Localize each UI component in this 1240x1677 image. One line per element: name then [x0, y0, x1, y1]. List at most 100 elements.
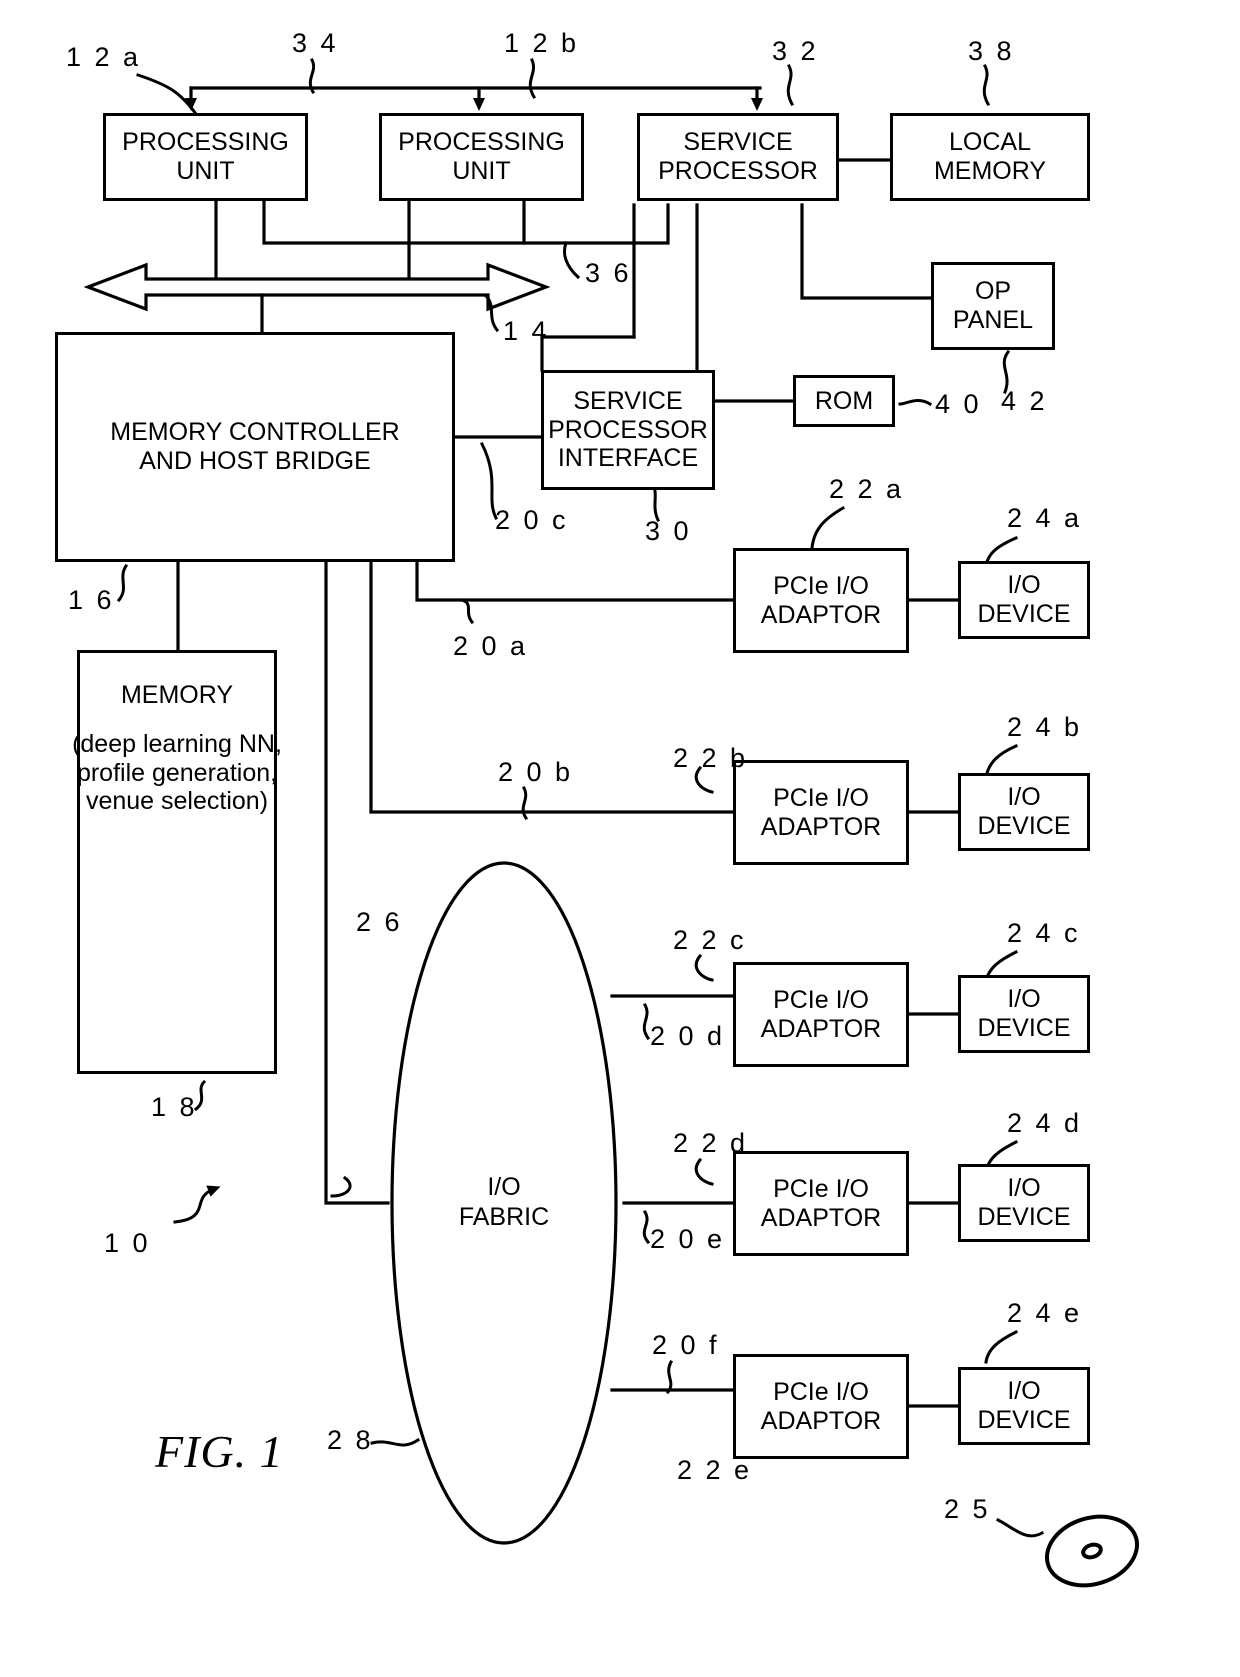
io-device-c-line-1: I/O [1007, 985, 1041, 1014]
memory-detail-2: profile generation, [76, 758, 278, 787]
memory-box: MEMORY (deep learning NN, profile genera… [72, 650, 282, 1074]
leader-20d [642, 1002, 651, 1041]
io-bus-26 [324, 560, 390, 1205]
ref-16: 1 6 [68, 585, 115, 615]
memory-title: MEMORY [120, 681, 234, 709]
leader-20c [479, 441, 499, 521]
leader-12a [136, 73, 199, 117]
service-processor-line-2: PROCESSOR [658, 157, 818, 185]
io-device-e-line-1: I/O [1007, 1377, 1041, 1406]
io-fabric-line-1: I/O [487, 1173, 521, 1201]
ref-20e: 2 0 e [650, 1224, 726, 1254]
io-device-b-box: I/O DEVICE [958, 773, 1090, 851]
io-device-a-box: I/O DEVICE [958, 561, 1090, 639]
memory-detail-1: (deep learning NN, [72, 729, 282, 758]
processing-unit-b-box: PROCESSING UNIT [379, 113, 584, 201]
pcie-adaptor-e-box: PCIe I/O ADAPTOR [733, 1354, 909, 1459]
pcie-adaptor-d-box: PCIe I/O ADAPTOR [733, 1151, 909, 1256]
memory-controller-line-2: AND HOST BRIDGE [139, 447, 371, 475]
ref-12a: 1 2 a [66, 42, 142, 72]
pcie-adaptor-d-line-1: PCIe I/O [773, 1174, 869, 1203]
io-device-e-line-2: DEVICE [977, 1406, 1071, 1434]
ref-32: 3 2 [772, 36, 819, 66]
io-device-e-box: I/O DEVICE [958, 1367, 1090, 1445]
leader-32 [786, 63, 795, 107]
op-panel-line-2: PANEL [952, 306, 1034, 334]
processing-unit-a-box: PROCESSING UNIT [103, 113, 308, 201]
service-processor-interface-box: SERVICE PROCESSOR INTERFACE [541, 370, 715, 490]
op-panel-box: OP PANEL [931, 262, 1055, 350]
ref-12b: 1 2 b [504, 28, 580, 58]
io-device-d-line-2: DEVICE [977, 1203, 1071, 1231]
ref-36: 3 6 [585, 258, 632, 288]
spi-line-2: PROCESSOR [548, 415, 708, 444]
local-memory-line-2: MEMORY [933, 157, 1047, 185]
spi-line-1: SERVICE [573, 386, 683, 415]
service-processor-box: SERVICE PROCESSOR [637, 113, 839, 201]
service-processor-line-1: SERVICE [683, 128, 793, 157]
leader-22a [810, 505, 846, 550]
io-device-b-line-1: I/O [1007, 783, 1041, 812]
leader-40 [898, 398, 933, 407]
ref-26: 2 6 [356, 907, 403, 937]
local-memory-box: LOCAL MEMORY [890, 113, 1090, 201]
ref-40: 4 0 [935, 389, 982, 419]
io-device-d-line-1: I/O [1007, 1174, 1041, 1203]
processing-unit-a-line-2: UNIT [176, 157, 235, 185]
leader-16 [116, 563, 129, 603]
ref-38: 3 8 [968, 36, 1015, 66]
ref-20f: 2 0 f [652, 1330, 720, 1360]
memory-controller-line-1: MEMORY CONTROLLER [110, 418, 400, 447]
io-fabric-line-2: FABRIC [458, 1203, 550, 1231]
processing-unit-b-line-2: UNIT [452, 157, 511, 185]
pcie-adaptor-d-line-2: ADAPTOR [760, 1203, 882, 1232]
pcie-adaptor-a-box: PCIe I/O ADAPTOR [733, 548, 909, 653]
leader-24e [984, 1329, 1019, 1364]
ref-22e: 2 2 e [677, 1455, 753, 1485]
jtag-bus-36 [262, 198, 670, 245]
ref-22d: 2 2 d [673, 1128, 749, 1158]
ref-42: 4 2 [1001, 386, 1048, 416]
io-device-b-line-2: DEVICE [977, 812, 1071, 840]
leader-25 [995, 1517, 1045, 1538]
ref-20a: 2 0 a [453, 631, 529, 661]
ref-14: 1 4 [503, 316, 550, 346]
pcie-adaptor-c-box: PCIe I/O ADAPTOR [733, 962, 909, 1067]
pcie-adaptor-b-line-1: PCIe I/O [773, 783, 869, 812]
io-fabric-label: I/O FABRIC [404, 1172, 604, 1232]
pcie-adaptor-a-line-2: ADAPTOR [760, 600, 882, 629]
ref-24b: 2 4 b [1007, 712, 1083, 742]
ref-20b: 2 0 b [498, 757, 574, 787]
leader-28 [370, 1437, 421, 1447]
leader-36 [563, 241, 581, 280]
ref-22a: 2 2 a [829, 474, 905, 504]
leader-10-arrow [173, 1185, 221, 1224]
leader-20e [642, 1209, 651, 1245]
optical-disk-icon [1044, 1514, 1140, 1588]
leader-20a [460, 598, 475, 625]
ref-18: 1 8 [151, 1092, 198, 1122]
rom-label: ROM [814, 386, 874, 415]
leader-12b [528, 58, 537, 100]
pcie-adaptor-b-line-2: ADAPTOR [760, 812, 882, 841]
ref-24c: 2 4 c [1007, 918, 1081, 948]
processing-unit-a-line-1: PROCESSING [122, 128, 289, 157]
io-device-a-line-2: DEVICE [977, 600, 1071, 628]
leader-26 [330, 1175, 352, 1198]
io-device-c-line-2: DEVICE [977, 1014, 1071, 1042]
processing-unit-b-line-1: PROCESSING [398, 128, 565, 157]
figure-label: FIG. 1 [155, 1426, 284, 1477]
ref-20c: 2 0 c [495, 505, 569, 535]
ref-24e: 2 4 e [1007, 1298, 1083, 1328]
sp-to-op-panel [800, 203, 934, 300]
pcie-adaptor-e-line-2: ADAPTOR [760, 1406, 882, 1435]
patent-figure-page: PROCESSING UNIT PROCESSING UNIT SERVICE … [0, 0, 1240, 1677]
leader-20f [665, 1359, 674, 1395]
ref-22c: 2 2 c [673, 925, 747, 955]
ref-24d: 2 4 d [1007, 1108, 1083, 1138]
pcie-adaptor-c-line-2: ADAPTOR [760, 1014, 882, 1043]
io-device-a-line-1: I/O [1007, 571, 1041, 600]
leader-22c [694, 953, 714, 982]
leader-38 [982, 63, 991, 107]
ref-20d: 2 0 d [650, 1021, 726, 1051]
